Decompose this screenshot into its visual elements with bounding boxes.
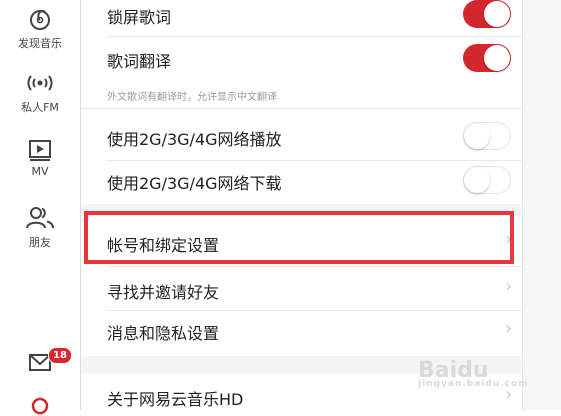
message-count-badge: 18 <box>48 347 72 364</box>
setting-label: 消息和隐私设置 <box>107 324 220 343</box>
setting-label: 关于网易云音乐HD <box>107 390 244 409</box>
setting-label: 锁屏歌词 <box>107 8 172 27</box>
search-button[interactable] <box>0 396 80 416</box>
sidebar-item-friends[interactable]: 朋友 <box>0 205 80 250</box>
sidebar-item-private-fm[interactable]: 私人FM <box>0 70 80 115</box>
sidebar-item-mv[interactable]: MV <box>0 138 80 178</box>
friends-icon <box>26 207 54 229</box>
watermark-subtext: jingyan.baidu.com <box>418 379 529 389</box>
divider <box>107 160 521 161</box>
netease-music-icon <box>30 9 50 30</box>
highlight-annotation-box <box>84 211 514 264</box>
toggle-knob <box>484 1 510 27</box>
lock-screen-lyrics-toggle[interactable] <box>463 0 511 28</box>
divider <box>107 266 521 267</box>
divider <box>107 310 521 311</box>
divider <box>81 108 521 109</box>
setting-row-lyrics-translation: 歌词翻译 <box>81 40 521 76</box>
setting-row-message-privacy[interactable]: 消息和隐私设置 › <box>81 312 521 354</box>
chevron-right-icon: › <box>505 276 513 297</box>
sidebar-item-label: 发现音乐 <box>18 37 62 50</box>
download-cellular-toggle[interactable] <box>463 166 511 194</box>
divider <box>107 36 521 37</box>
setting-label: 使用2G/3G/4G网络下载 <box>107 174 282 193</box>
lyrics-translation-toggle[interactable] <box>463 44 511 72</box>
setting-label: 歌词翻译 <box>107 52 172 71</box>
search-icon <box>31 397 49 415</box>
chevron-right-icon: › <box>505 318 513 339</box>
radio-broadcast-icon <box>27 75 53 91</box>
setting-label: 寻找并邀请好友 <box>107 283 220 302</box>
settings-panel: 锁屏歌词 歌词翻译 外文歌词有翻译时，允许显示中文翻译 使用2G/3G/4G网络… <box>81 0 521 410</box>
setting-label: 使用2G/3G/4G网络播放 <box>107 130 282 149</box>
toggle-knob <box>484 45 510 71</box>
translation-hint: 外文歌词有翻译时，允许显示中文翻译 <box>107 92 277 103</box>
sidebar-item-label: MV <box>31 165 49 178</box>
toggle-knob <box>464 167 490 193</box>
sidebar: 发现音乐 私人FM MV 朋友 18 <box>0 0 81 415</box>
setting-row-play-cellular: 使用2G/3G/4G网络播放 <box>81 118 521 154</box>
setting-row-download-cellular: 使用2G/3G/4G网络下载 <box>81 162 521 198</box>
sidebar-item-label: 朋友 <box>29 236 51 249</box>
toggle-knob <box>464 123 490 149</box>
baidu-watermark: Baidu jingyan.baidu.com <box>418 358 529 389</box>
play-cellular-toggle[interactable] <box>463 122 511 150</box>
setting-row-find-friends[interactable]: 寻找并邀请好友 › <box>81 268 521 310</box>
background-panel <box>522 0 561 410</box>
sidebar-item-label: 私人FM <box>21 101 59 114</box>
play-video-icon <box>29 140 51 161</box>
setting-row-lock-screen-lyrics: 锁屏歌词 <box>81 0 521 30</box>
sidebar-item-discover-music[interactable]: 发现音乐 <box>0 6 80 51</box>
